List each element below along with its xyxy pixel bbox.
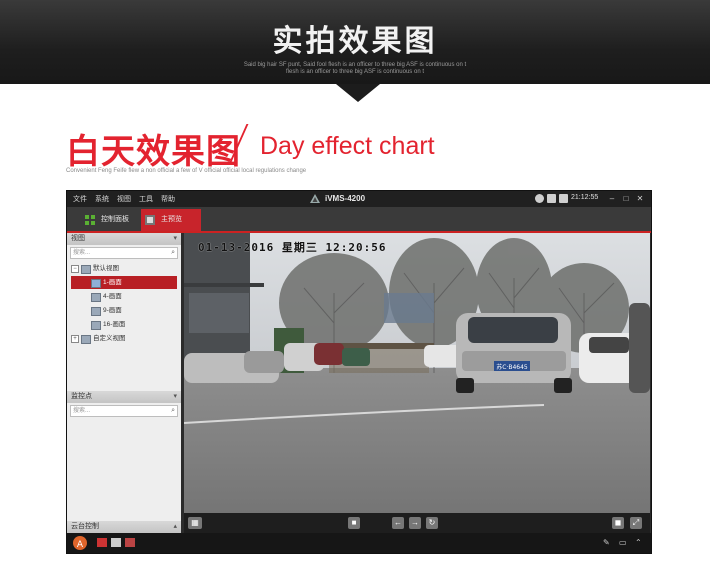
sound-icon[interactable] xyxy=(125,538,135,547)
tab-control-panel-label: 控制面板 xyxy=(101,216,129,223)
tree-item-16-split[interactable]: 16-画面 xyxy=(67,318,181,331)
camera-search-placeholder: 搜索... xyxy=(73,408,91,414)
refresh-button[interactable]: ↻ xyxy=(426,517,438,529)
expand-icon[interactable]: ▴ xyxy=(173,521,177,533)
preview-icon xyxy=(145,215,155,225)
tree-item-9-split[interactable]: 9-画面 xyxy=(67,304,181,317)
section-title-cn: 白天效果图 xyxy=(66,132,241,172)
camera-panel-header[interactable]: 监控点 ▾ xyxy=(67,391,181,403)
alarm-icon[interactable]: A xyxy=(73,536,87,550)
window-icon[interactable]: ▭ xyxy=(619,538,629,547)
view-search-placeholder: 搜索... xyxy=(73,250,91,256)
ptz-panel-title: 云台控制 xyxy=(71,523,99,530)
lock-icon[interactable] xyxy=(559,194,568,203)
event-icon[interactable] xyxy=(111,538,121,547)
prev-page-button[interactable]: ← xyxy=(392,517,404,529)
section-title-en: Day effect chart xyxy=(260,132,435,160)
collapse-icon[interactable]: ▾ xyxy=(173,233,177,245)
collapse-up-icon[interactable]: ⌃ xyxy=(635,538,645,547)
folder-icon xyxy=(81,335,91,344)
fullscreen-button[interactable]: ⤢ xyxy=(630,517,642,529)
tree-item-label: 4-画面 xyxy=(103,293,122,300)
banner-notch xyxy=(336,84,380,102)
layout-1-icon xyxy=(91,279,101,288)
layout-4-icon xyxy=(91,293,101,302)
tree-item-custom-view[interactable]: + 自定义视图 xyxy=(67,332,181,345)
tab-control-panel[interactable]: 控制面板 xyxy=(81,209,141,231)
section-subtitle: Convenient Feng Feife flew a non officia… xyxy=(66,168,307,174)
tree-expand-icon[interactable]: + xyxy=(71,335,79,343)
tab-bar: 控制面板 主预览 xyxy=(67,207,651,233)
tree-item-default-view[interactable]: − 默认视图 xyxy=(67,262,181,275)
menu-help[interactable]: 帮助 xyxy=(161,194,175,204)
camera-search-input[interactable]: 搜索... ⌕ xyxy=(70,405,178,417)
close-icon[interactable]: ✕ xyxy=(635,193,645,204)
layout-9-icon xyxy=(91,307,101,316)
tab-main-preview[interactable]: 主预览 xyxy=(141,209,201,231)
tree-collapse-icon[interactable]: − xyxy=(71,265,79,273)
record-icon[interactable] xyxy=(97,538,107,547)
ptz-panel-header[interactable]: 云台控制 ▴ xyxy=(67,521,181,533)
folder-icon xyxy=(81,265,91,274)
view-search-input[interactable]: 搜索... ⌕ xyxy=(70,247,178,259)
app-title: iVMS-4200 xyxy=(325,194,366,203)
view-panel-header[interactable]: 视图 ▾ xyxy=(67,233,181,245)
search-icon[interactable]: ⌕ xyxy=(171,406,175,416)
menu-file[interactable]: 文件 xyxy=(73,194,87,204)
layout-select-icon[interactable]: ▦ xyxy=(188,517,202,529)
pin-icon[interactable]: ✎ xyxy=(603,538,613,547)
svg-text:A: A xyxy=(77,540,84,550)
app-logo-icon xyxy=(310,194,320,203)
camera-panel-title: 监控点 xyxy=(71,393,92,400)
maximize-icon[interactable]: □ xyxy=(621,193,631,204)
tree-item-label: 自定义视图 xyxy=(93,335,126,342)
view-panel-title: 视图 xyxy=(71,235,85,242)
search-icon[interactable]: ⌕ xyxy=(171,248,175,258)
tree-item-4-split[interactable]: 4-画面 xyxy=(67,290,181,303)
layout-16-icon xyxy=(91,321,101,330)
minimize-icon[interactable]: – xyxy=(607,193,617,204)
tree-item-label: 1-画面 xyxy=(103,279,122,286)
globe-icon[interactable] xyxy=(535,194,544,203)
clock: 21:12:55 xyxy=(571,194,599,201)
menu-view[interactable]: 视图 xyxy=(117,194,131,204)
menu-tools[interactable]: 工具 xyxy=(139,194,153,204)
left-panel: 视图 ▾ 搜索... ⌕ − 默认视图 1-画面 4-画面 9-画面 16-画面 xyxy=(67,233,181,533)
tree-item-label: 默认视图 xyxy=(93,265,119,272)
menu-bar: 文件 系统 视图 工具 帮助 iVMS-4200 21:12:55 – □ ✕ xyxy=(67,191,651,207)
tab-main-preview-label: 主预览 xyxy=(161,216,182,223)
video-osd-timestamp: 01-13-2016 星期三 12:20:56 xyxy=(198,241,387,254)
video-preview[interactable]: 苏C·B4645 01-13-2016 星期三 12:20:56 xyxy=(184,233,650,513)
collapse-icon[interactable]: ▾ xyxy=(173,391,177,403)
dashboard-icon xyxy=(85,215,95,225)
next-page-button[interactable]: → xyxy=(409,517,421,529)
top-banner: 实拍效果图 Said big hair SF punt, Said fool f… xyxy=(0,0,710,84)
stop-all-button[interactable]: ■ xyxy=(348,517,360,529)
status-bar: A ✎ ▭ ⌃ xyxy=(67,533,651,553)
tree-item-1-split[interactable]: 1-画面 xyxy=(71,276,177,289)
license-plate: 苏C·B4645 xyxy=(496,363,528,371)
capture-button[interactable]: ◼ xyxy=(612,517,624,529)
banner-subtitle-line1: Said big hair SF punt, Said fool flesh i… xyxy=(243,62,467,68)
banner-title: 实拍效果图 xyxy=(272,24,438,59)
tree-item-label: 16-画面 xyxy=(103,321,126,328)
banner-subtitle-line2: flesh is an officer to three big ASF is … xyxy=(286,69,424,75)
menu-system[interactable]: 系统 xyxy=(95,194,109,204)
video-control-bar: ▦ ■ ← → ↻ ◼ ⤢ xyxy=(184,513,650,533)
grid-icon[interactable] xyxy=(547,194,556,203)
tree-item-label: 9-画面 xyxy=(103,307,122,314)
ivms-window: 文件 系统 视图 工具 帮助 iVMS-4200 21:12:55 – □ ✕ … xyxy=(66,190,652,554)
camera-scene: 苏C·B4645 xyxy=(184,233,650,513)
